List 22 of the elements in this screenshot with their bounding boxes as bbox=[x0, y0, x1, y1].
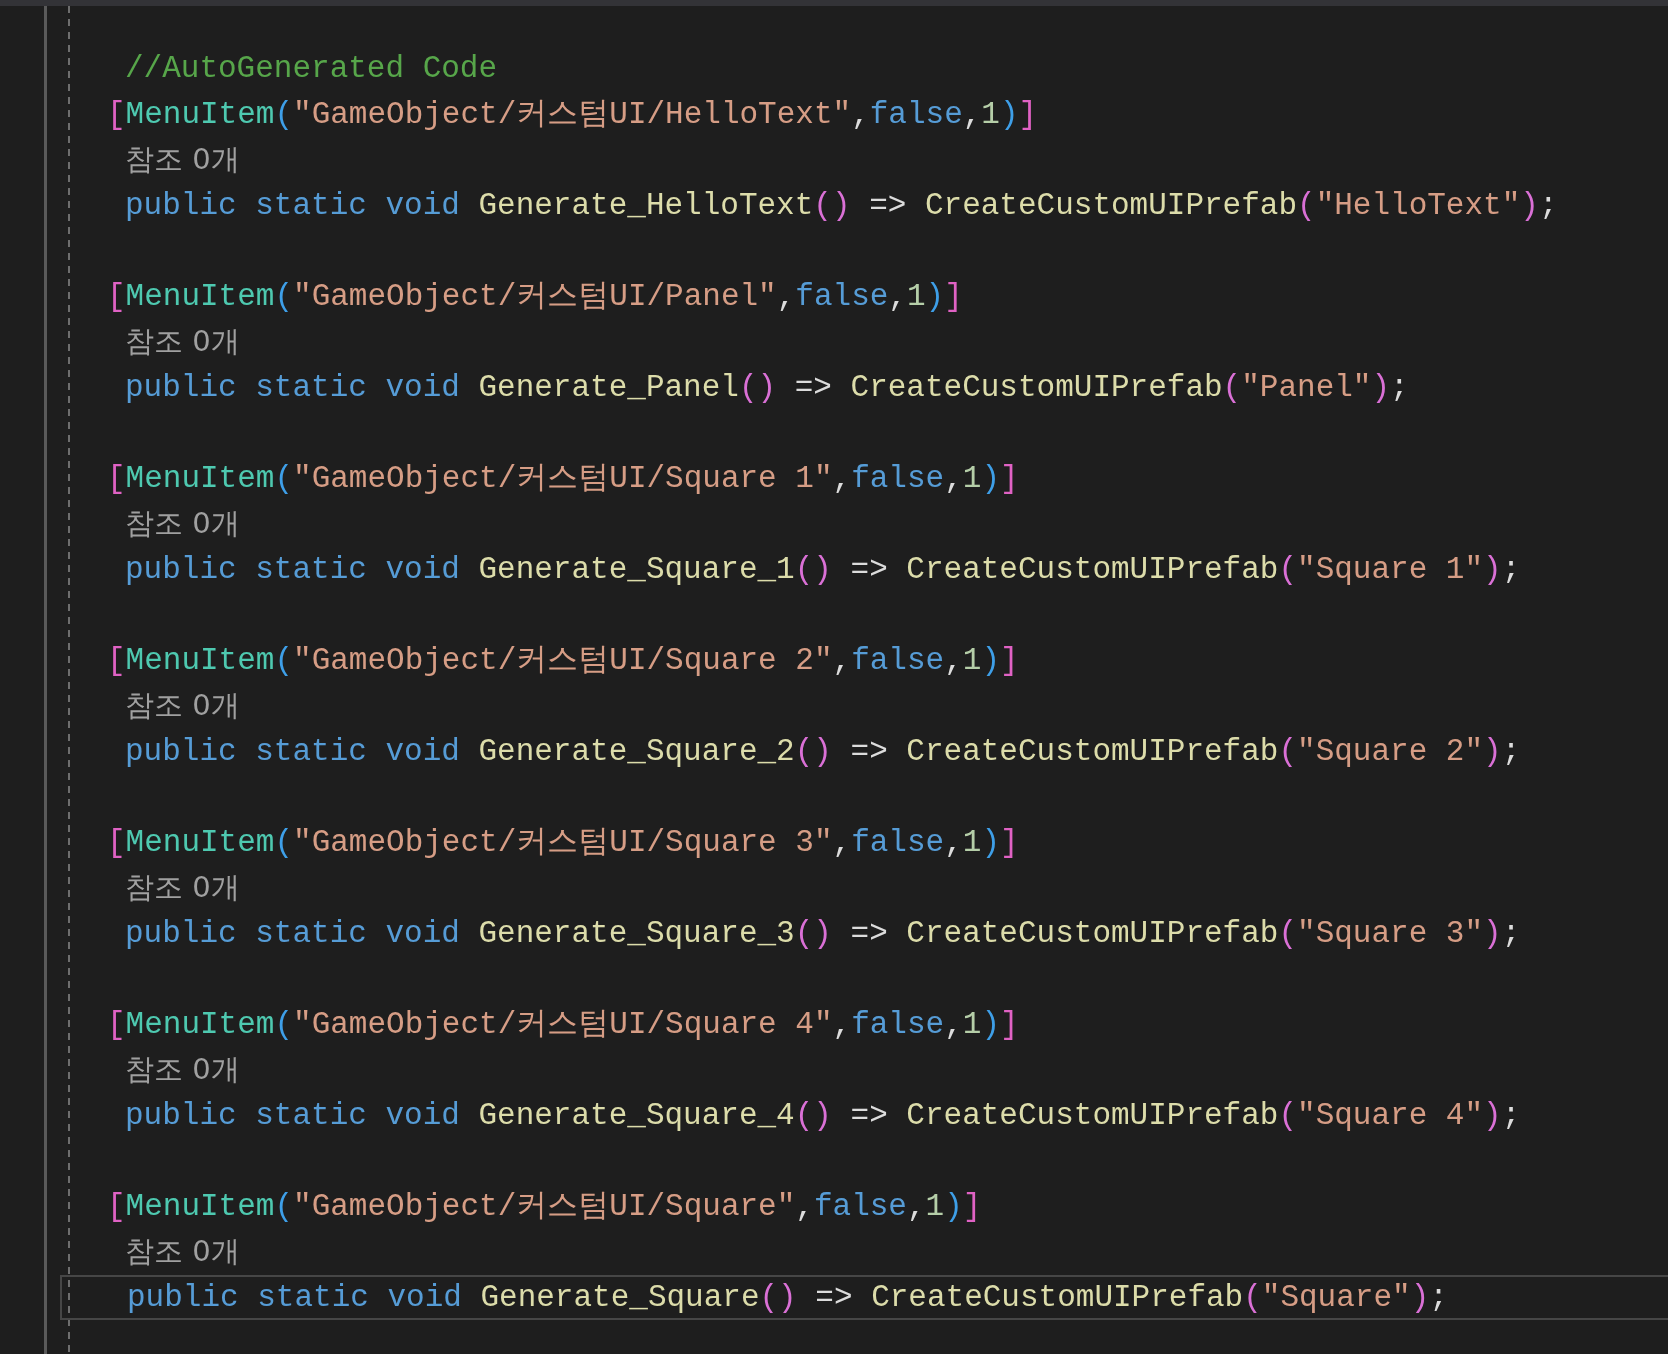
code-line: public static void Generate_HelloText() => CreateCustomUIPrefab("HelloText"); bbox=[125, 187, 1558, 223]
code-line: public static void Generate_Square_4() => CreateCustomUIPrefab("Square 4"); bbox=[125, 1097, 1521, 1133]
code-line: [MenuItem("GameObject/커스텀UI/Panel",false,1)] bbox=[107, 278, 963, 314]
code-line: [MenuItem("GameObject/커스텀UI/Square 4",false,1)] bbox=[107, 1006, 1019, 1042]
reference-count-link[interactable]: 참조 0개 bbox=[125, 506, 240, 540]
code-line: [MenuItem("GameObject/커스텀UI/HelloText",false,1)] bbox=[107, 96, 1038, 132]
reference-count-link[interactable]: 참조 0개 bbox=[125, 324, 240, 358]
code-line: public static void Generate_Square_2() => CreateCustomUIPrefab("Square 2"); bbox=[125, 733, 1521, 769]
code-line: public static void Generate_Panel() => CreateCustomUIPrefab("Panel"); bbox=[125, 369, 1409, 405]
code-line: public static void Generate_Square() => CreateCustomUIPrefab("Square"); bbox=[127, 1279, 1448, 1315]
reference-count-link[interactable]: 참조 0개 bbox=[125, 1052, 240, 1086]
code-line: [MenuItem("GameObject/커스텀UI/Square",false,1)] bbox=[107, 1188, 982, 1224]
reference-count-link[interactable]: 참조 0개 bbox=[125, 870, 240, 904]
code-line: public static void Generate_Square_3() => CreateCustomUIPrefab("Square 3"); bbox=[125, 915, 1521, 951]
code-line: [MenuItem("GameObject/커스텀UI/Square 3",false,1)] bbox=[107, 824, 1019, 860]
reference-count-link[interactable]: 참조 0개 bbox=[125, 1234, 240, 1268]
code-line: public static void Generate_Square_1() => CreateCustomUIPrefab("Square 1"); bbox=[125, 551, 1521, 587]
reference-count-link[interactable]: 참조 0개 bbox=[125, 142, 240, 176]
reference-count-link[interactable]: 참조 0개 bbox=[125, 688, 240, 722]
code-line: [MenuItem("GameObject/커스텀UI/Square 2",false,1)] bbox=[107, 642, 1019, 678]
code-comment: //AutoGenerated Code bbox=[125, 51, 498, 86]
code-line: [MenuItem("GameObject/커스텀UI/Square 1",false,1)] bbox=[107, 460, 1019, 496]
